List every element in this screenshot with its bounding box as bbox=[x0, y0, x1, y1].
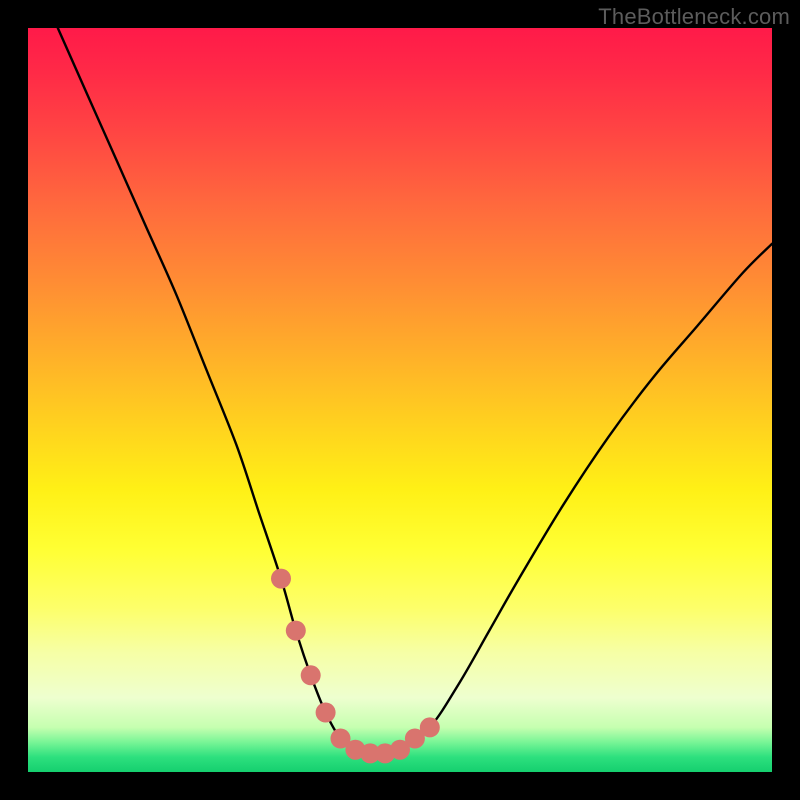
plot-area bbox=[28, 28, 772, 772]
highlight-dot bbox=[316, 703, 336, 723]
watermark-text: TheBottleneck.com bbox=[598, 4, 790, 30]
highlight-dots bbox=[271, 569, 440, 764]
highlight-dot bbox=[420, 717, 440, 737]
highlight-dot bbox=[286, 621, 306, 641]
highlight-dot bbox=[301, 665, 321, 685]
bottleneck-curve bbox=[58, 28, 772, 754]
curve-svg bbox=[28, 28, 772, 772]
chart-frame: TheBottleneck.com bbox=[0, 0, 800, 800]
highlight-dot bbox=[271, 569, 291, 589]
